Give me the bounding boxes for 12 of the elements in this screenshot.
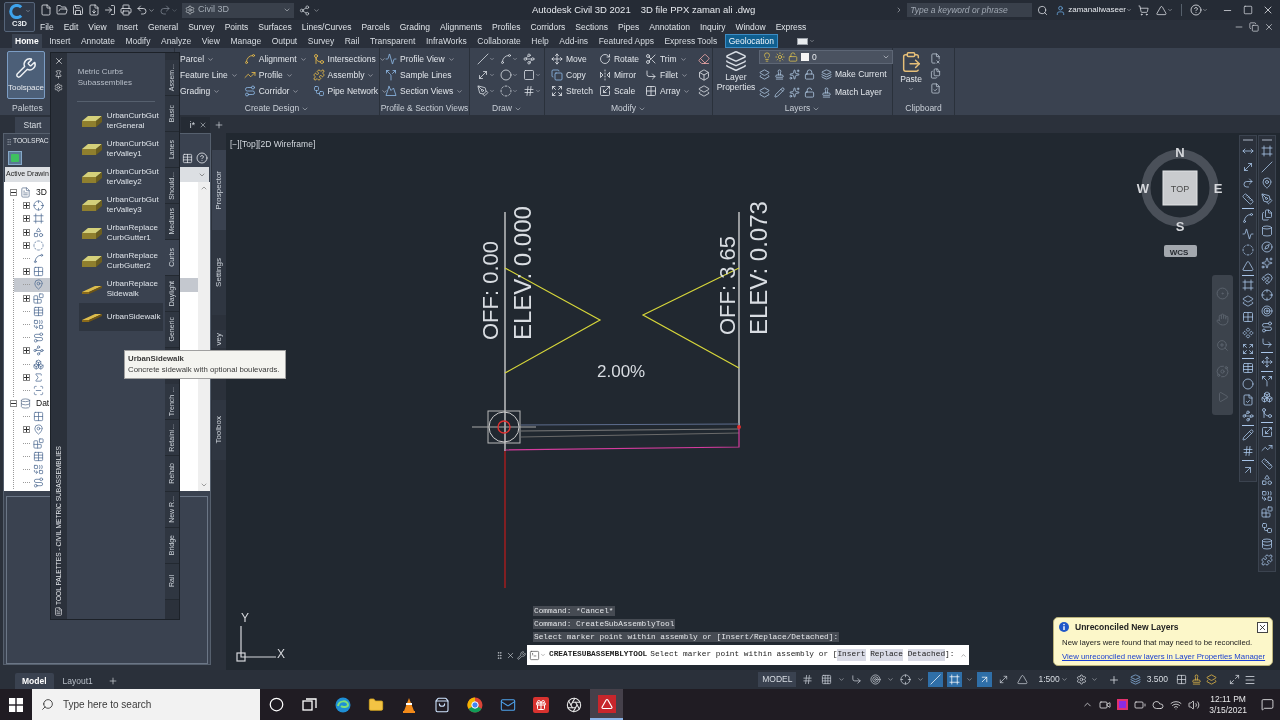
axis-label: Y	[241, 611, 249, 625]
application-title: Autodesk Civil 3D 2021	[531, 2, 631, 17]
notification-title: Unreconciled New Layers	[1075, 621, 1179, 634]
axis-label: X	[277, 647, 285, 661]
palette-title: Metric Curbs Subassemblies	[77, 66, 133, 88]
elevation-label: ELEV: 0.073	[745, 201, 772, 335]
elevation-label: ELEV: 0.000	[509, 206, 536, 340]
offset-label: OFF: 0.00	[478, 240, 503, 340]
status-readout: 3.500	[1146, 673, 1168, 686]
offset-label: OFF: 3.65	[715, 235, 740, 335]
file-name: 3D file PPX zaman ali .dwg	[640, 2, 756, 17]
grade-label: 2.00%	[597, 362, 646, 381]
